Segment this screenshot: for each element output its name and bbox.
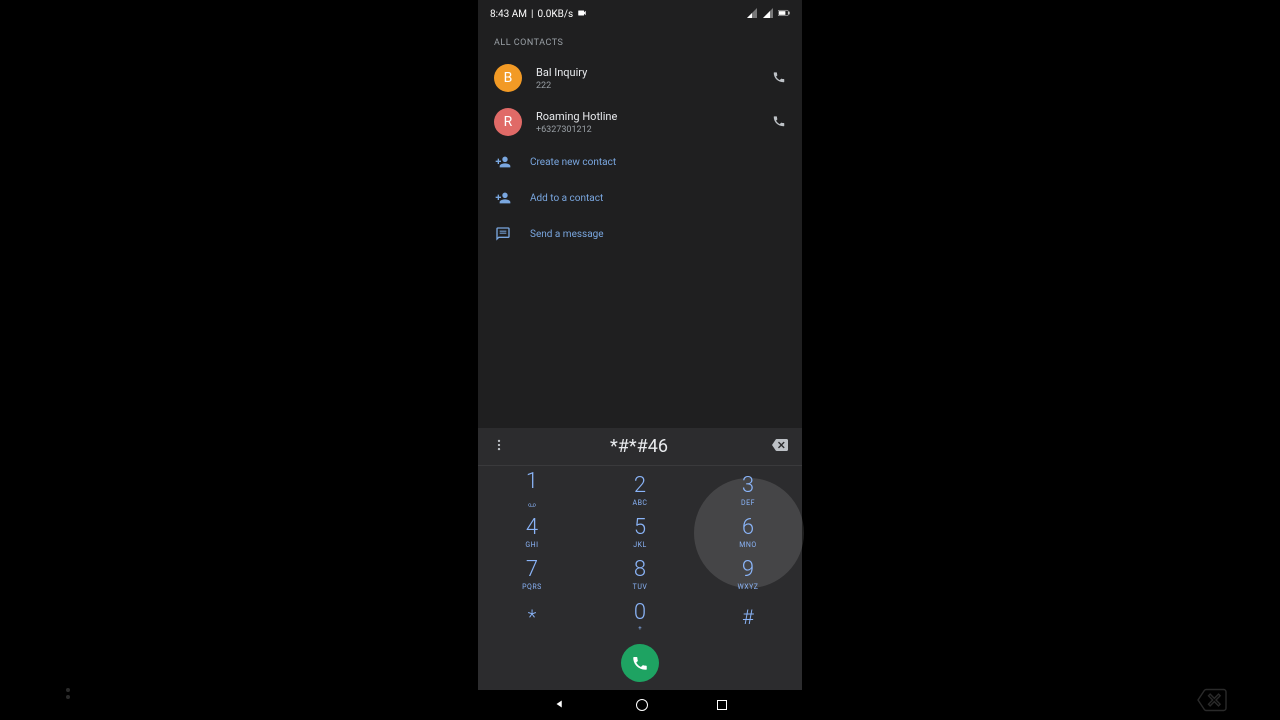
contact-name: Bal Inquiry <box>536 66 758 79</box>
key-4[interactable]: 4 GHI <box>478 512 586 554</box>
call-button[interactable] <box>621 644 659 682</box>
nav-back-icon[interactable] <box>553 696 567 715</box>
nav-home-icon[interactable] <box>636 699 648 711</box>
status-data-rate: 0.0KB/s <box>537 9 573 20</box>
key-9[interactable]: 9 WXYZ <box>694 554 802 596</box>
key-3[interactable]: 3 DEF <box>694 470 802 512</box>
key-6[interactable]: 6 MNO <box>694 512 802 554</box>
person-add-icon <box>494 190 512 206</box>
battery-icon <box>778 7 790 22</box>
key-0[interactable]: 0 + <box>586 596 694 638</box>
contact-name: Roaming Hotline <box>536 110 758 123</box>
action-label: Create new contact <box>530 157 616 168</box>
nav-recents-icon[interactable] <box>717 700 727 710</box>
key-1[interactable]: 1 <box>478 470 586 512</box>
avatar: R <box>494 108 522 136</box>
key-hash[interactable]: # <box>694 596 802 638</box>
voicemail-icon <box>528 493 536 512</box>
action-label: Send a message <box>530 229 604 240</box>
contact-number: +6327301212 <box>536 125 758 135</box>
contact-row[interactable]: R Roaming Hotline +6327301212 <box>478 100 802 144</box>
person-add-icon <box>494 154 512 170</box>
contacts-section: ALL CONTACTS B Bal Inquiry 222 R Roaming… <box>478 28 802 428</box>
status-time: 8:43 AM <box>490 9 527 20</box>
dial-display: *#*#46 <box>478 428 802 466</box>
contact-row[interactable]: B Bal Inquiry 222 <box>478 56 802 100</box>
backspace-icon[interactable] <box>772 437 788 457</box>
dialed-number[interactable]: *#*#46 <box>506 436 772 457</box>
key-5[interactable]: 5 JKL <box>586 512 694 554</box>
signal-icon-2 <box>762 7 774 22</box>
signal-icon-1 <box>746 7 758 22</box>
overflow-menu-icon[interactable] <box>492 437 506 456</box>
contact-number: 222 <box>536 81 758 91</box>
background-dots <box>66 688 70 699</box>
status-bar: 8:43 AM | 0.0KB/s <box>478 0 802 28</box>
avatar: B <box>494 64 522 92</box>
navigation-bar <box>478 690 802 720</box>
background-backspace-icon <box>1194 686 1230 718</box>
key-8[interactable]: 8 TUV <box>586 554 694 596</box>
action-label: Add to a contact <box>530 193 603 204</box>
keypad: 1 2 ABC 3 DEF 4 GHI 5 JKL 6 MNO <box>478 466 802 690</box>
send-message-action[interactable]: Send a message <box>478 216 802 252</box>
key-7[interactable]: 7 PQRS <box>478 554 586 596</box>
video-icon <box>577 8 587 21</box>
key-2[interactable]: 2 ABC <box>586 470 694 512</box>
phone-icon[interactable] <box>772 113 786 132</box>
message-icon <box>494 226 512 242</box>
key-star[interactable]: * <box>478 596 586 638</box>
phone-icon[interactable] <box>772 69 786 88</box>
create-contact-action[interactable]: Create new contact <box>478 144 802 180</box>
section-label: ALL CONTACTS <box>478 28 802 56</box>
add-to-contact-action[interactable]: Add to a contact <box>478 180 802 216</box>
